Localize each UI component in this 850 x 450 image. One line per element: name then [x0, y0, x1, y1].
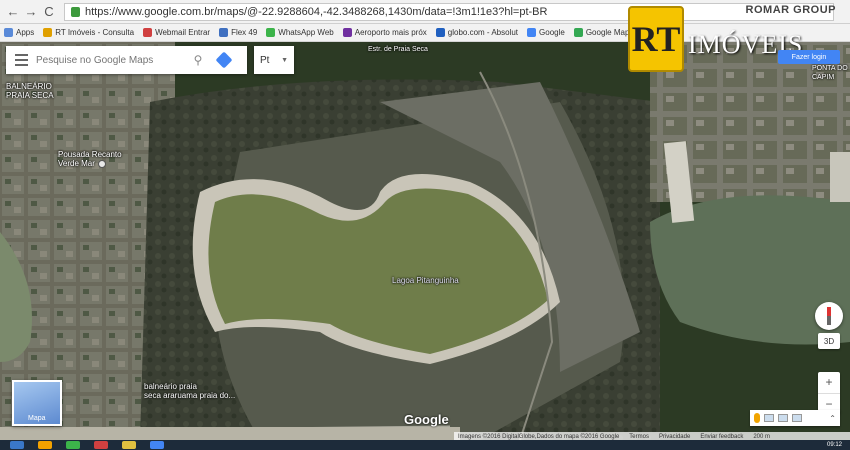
label-balneario-bottom[interactable]: balneário praia seca araruama praia do..…	[144, 382, 235, 400]
app-icon[interactable]	[150, 441, 164, 449]
clock: 09:12	[826, 442, 842, 448]
attribution-item: 200 m	[753, 433, 771, 440]
rt-logo: RT	[628, 6, 684, 72]
compass-icon[interactable]	[815, 302, 843, 330]
label-estrada: Estr. de Praia Seca	[368, 46, 428, 53]
satellite-map[interactable]	[0, 42, 850, 440]
label-lagoa: Lagoa Pitanguinha	[392, 276, 459, 285]
bookmark-label: Aeroporto mais próx	[354, 28, 427, 37]
chevron-down-icon: ▼	[281, 56, 288, 64]
bookmark-item[interactable]: Google Maps	[573, 28, 634, 37]
bookmark-item[interactable]: Aeroporto mais próx	[342, 28, 427, 37]
language-select[interactable]: Pt ▼	[254, 46, 294, 74]
photo-tile-icon[interactable]	[792, 414, 802, 422]
address-bar: ← → C https://www.google.com.br/maps/@-2…	[0, 0, 850, 24]
bookmark-label: Flex 49	[231, 28, 258, 37]
search-icon[interactable]: ⚲	[186, 46, 210, 74]
back-button[interactable]: ←	[4, 3, 22, 21]
bookmark-label: globo.com - Absolut	[447, 28, 519, 37]
bookmark-icon	[573, 28, 583, 37]
url-field[interactable]: https://www.google.com.br/maps/@-22.9288…	[64, 2, 834, 21]
zoom-in-button[interactable]: +	[818, 372, 840, 394]
bookmark-item[interactable]: Flex 49	[219, 28, 257, 37]
bookmark-item[interactable]: WhatsApp Web	[266, 28, 334, 37]
zoom-control: + −	[818, 372, 840, 414]
bookmark-item[interactable]: Apps	[4, 28, 34, 37]
chrome-icon[interactable]	[94, 441, 108, 449]
tilt-button[interactable]: 3D	[818, 333, 840, 349]
app-icon[interactable]	[66, 441, 80, 449]
layer-label: Mapa	[28, 415, 46, 422]
bookmark-icon	[219, 28, 229, 37]
taskbar: 09:12	[0, 440, 850, 450]
bookmark-icon	[266, 28, 276, 37]
signin-button[interactable]: Fazer login	[778, 50, 840, 64]
bookmark-label: WhatsApp Web	[278, 28, 334, 37]
bookmark-label: Apps	[16, 28, 35, 37]
overlay-brand: ROMAR GROUP	[745, 4, 836, 16]
bookmark-icon	[342, 28, 352, 37]
bookmark-icon	[143, 28, 153, 37]
directions-icon[interactable]	[210, 46, 238, 74]
bookmark-icon	[527, 28, 537, 37]
attribution-item[interactable]: Privacidade	[659, 434, 690, 440]
reload-button[interactable]: C	[40, 3, 58, 21]
satellite-imagery	[0, 42, 850, 440]
search-input[interactable]	[36, 54, 186, 66]
layer-switcher[interactable]: Mapa	[12, 380, 62, 426]
bookmark-item[interactable]: RT Imóveis - Consulta	[43, 28, 134, 37]
google-logo: Google	[404, 412, 449, 427]
search-box: ⚲	[6, 46, 247, 74]
label-pousada[interactable]: Pousada Recanto Verde Mar	[58, 150, 122, 168]
attribution-item[interactable]: Enviar feedback	[700, 434, 743, 440]
attribution-item[interactable]: Termos	[629, 434, 649, 440]
bookmark-label: Google Maps	[585, 28, 634, 37]
label-balneario-top: BALNEÁRIO PRAIA SECA	[6, 82, 54, 100]
bookmark-item[interactable]: globo.com - Absolut	[435, 28, 519, 37]
forward-button[interactable]: →	[22, 3, 40, 21]
photo-tile-icon[interactable]	[778, 414, 788, 422]
street-view-bar: ⌃	[750, 410, 840, 426]
language-value: Pt	[260, 54, 270, 66]
label-ponta: PONTA DO CAPIM	[812, 65, 848, 81]
bookmark-item[interactable]: Google	[527, 28, 565, 37]
chevron-up-icon[interactable]: ⌃	[829, 414, 836, 423]
bookmark-label: RT Imóveis - Consulta	[55, 28, 135, 37]
bookmark-label: Google	[539, 28, 565, 37]
bookmark-icon	[435, 28, 445, 37]
attribution-item: Imagens ©2016 DigitalGlobe,Dados do mapa…	[458, 433, 620, 440]
explorer-icon[interactable]	[38, 441, 52, 449]
place-pin-icon	[97, 159, 106, 168]
bookmark-label: Webmail Entrar	[155, 28, 211, 37]
bookmark-item[interactable]: Webmail Entrar	[143, 28, 210, 37]
bookmark-icon	[43, 28, 53, 37]
lock-icon	[71, 6, 80, 17]
folder-icon[interactable]	[122, 441, 136, 449]
menu-icon[interactable]	[6, 46, 36, 74]
bookmark-icon	[4, 28, 13, 37]
url-text: https://www.google.com.br/maps/@-22.9288…	[85, 5, 548, 18]
start-icon[interactable]	[10, 441, 24, 449]
photo-tile-icon[interactable]	[764, 414, 774, 422]
pegman-icon[interactable]	[754, 413, 760, 423]
